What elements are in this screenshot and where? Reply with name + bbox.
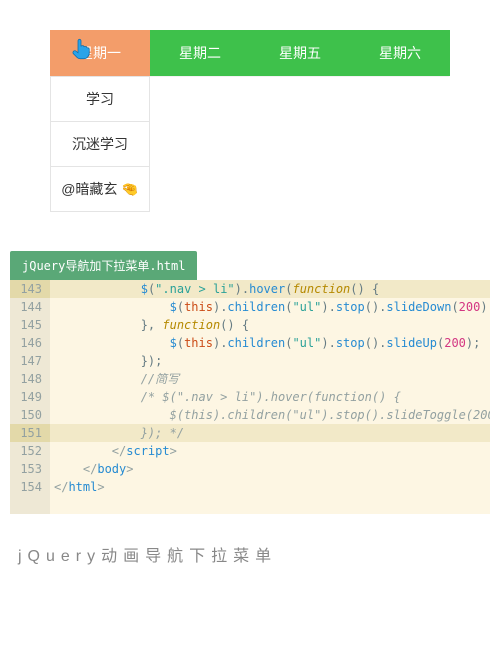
line-number: 154	[10, 478, 50, 496]
dropdown-menu: 学习 沉迷学习 @暗藏玄 🤏	[50, 76, 150, 212]
nav-item-0[interactable]: 星期一 学习 沉迷学习 @暗藏玄 🤏	[50, 30, 150, 76]
line-number: 149	[10, 388, 50, 406]
code-content: </body>	[50, 460, 490, 478]
code-content: }); */	[50, 424, 490, 442]
nav-menu-demo: 星期一 学习 沉迷学习 @暗藏玄 🤏 星期二 星期五 星期六	[0, 0, 500, 91]
code-body[interactable]: 143 $(".nav > li").hover(function() {144…	[10, 280, 490, 514]
nav-item-label[interactable]: 星期五	[250, 30, 350, 76]
line-number: 146	[10, 334, 50, 352]
line-number: 144	[10, 298, 50, 316]
dropdown-item-label[interactable]: 学习	[50, 76, 150, 122]
nav-item-label[interactable]: 星期一	[50, 30, 150, 76]
code-content: });	[50, 352, 490, 370]
nav-item-1[interactable]: 星期二	[150, 30, 250, 76]
code-editor: jQuery导航加下拉菜单.html 143 $(".nav > li").ho…	[10, 251, 490, 514]
code-line[interactable]: 146 $(this).children("ul").stop().slideU…	[10, 334, 490, 352]
dropdown-item-label[interactable]: @暗藏玄 🤏	[50, 167, 150, 212]
code-line[interactable]: 152 </script>	[10, 442, 490, 460]
code-content: }, function() {	[50, 316, 490, 334]
code-line[interactable]: 149 /* $(".nav > li").hover(function() {	[10, 388, 490, 406]
code-content: $(this).children("ul").stop().slideDown(…	[50, 298, 490, 316]
code-content: $(".nav > li").hover(function() {	[50, 280, 490, 298]
line-number: 151	[10, 424, 50, 442]
code-line[interactable]: 150 $(this).children("ul").stop().slideT…	[10, 406, 490, 424]
code-line[interactable]: 143 $(".nav > li").hover(function() {	[10, 280, 490, 298]
dropdown-item-1[interactable]: 沉迷学习	[50, 122, 150, 167]
code-line[interactable]: 153 </body>	[10, 460, 490, 478]
code-line[interactable]: 145 }, function() {	[10, 316, 490, 334]
line-number	[10, 496, 50, 514]
code-line[interactable]: 148 //简写	[10, 370, 490, 388]
code-content: $(this).children("ul").stop().slideToggl…	[50, 406, 490, 424]
line-number: 148	[10, 370, 50, 388]
code-content: </html>	[50, 478, 490, 496]
code-content: //简写	[50, 370, 490, 388]
page-caption: jQuery动画导航下拉菜单	[18, 542, 500, 566]
line-number: 143	[10, 280, 50, 298]
line-number: 150	[10, 406, 50, 424]
code-line[interactable]: 151 }); */	[10, 424, 490, 442]
line-number: 145	[10, 316, 50, 334]
editor-tab[interactable]: jQuery导航加下拉菜单.html	[10, 251, 197, 280]
dropdown-item-2[interactable]: @暗藏玄 🤏	[50, 167, 150, 212]
code-line[interactable]: 144 $(this).children("ul").stop().slideD…	[10, 298, 490, 316]
code-content: </script>	[50, 442, 490, 460]
code-line[interactable]: 147 });	[10, 352, 490, 370]
code-content: /* $(".nav > li").hover(function() {	[50, 388, 490, 406]
code-content: $(this).children("ul").stop().slideUp(20…	[50, 334, 490, 352]
line-number: 147	[10, 352, 50, 370]
nav-bar: 星期一 学习 沉迷学习 @暗藏玄 🤏 星期二 星期五 星期六	[50, 30, 450, 76]
nav-item-3[interactable]: 星期六	[350, 30, 450, 76]
code-line[interactable]: 154</html>	[10, 478, 490, 496]
dropdown-item-label[interactable]: 沉迷学习	[50, 122, 150, 167]
nav-item-label[interactable]: 星期二	[150, 30, 250, 76]
editor-tab-title: jQuery导航加下拉菜单.html	[22, 259, 185, 273]
nav-item-2[interactable]: 星期五	[250, 30, 350, 76]
nav-item-label[interactable]: 星期六	[350, 30, 450, 76]
line-number: 152	[10, 442, 50, 460]
line-number: 153	[10, 460, 50, 478]
dropdown-item-0[interactable]: 学习	[50, 76, 150, 122]
